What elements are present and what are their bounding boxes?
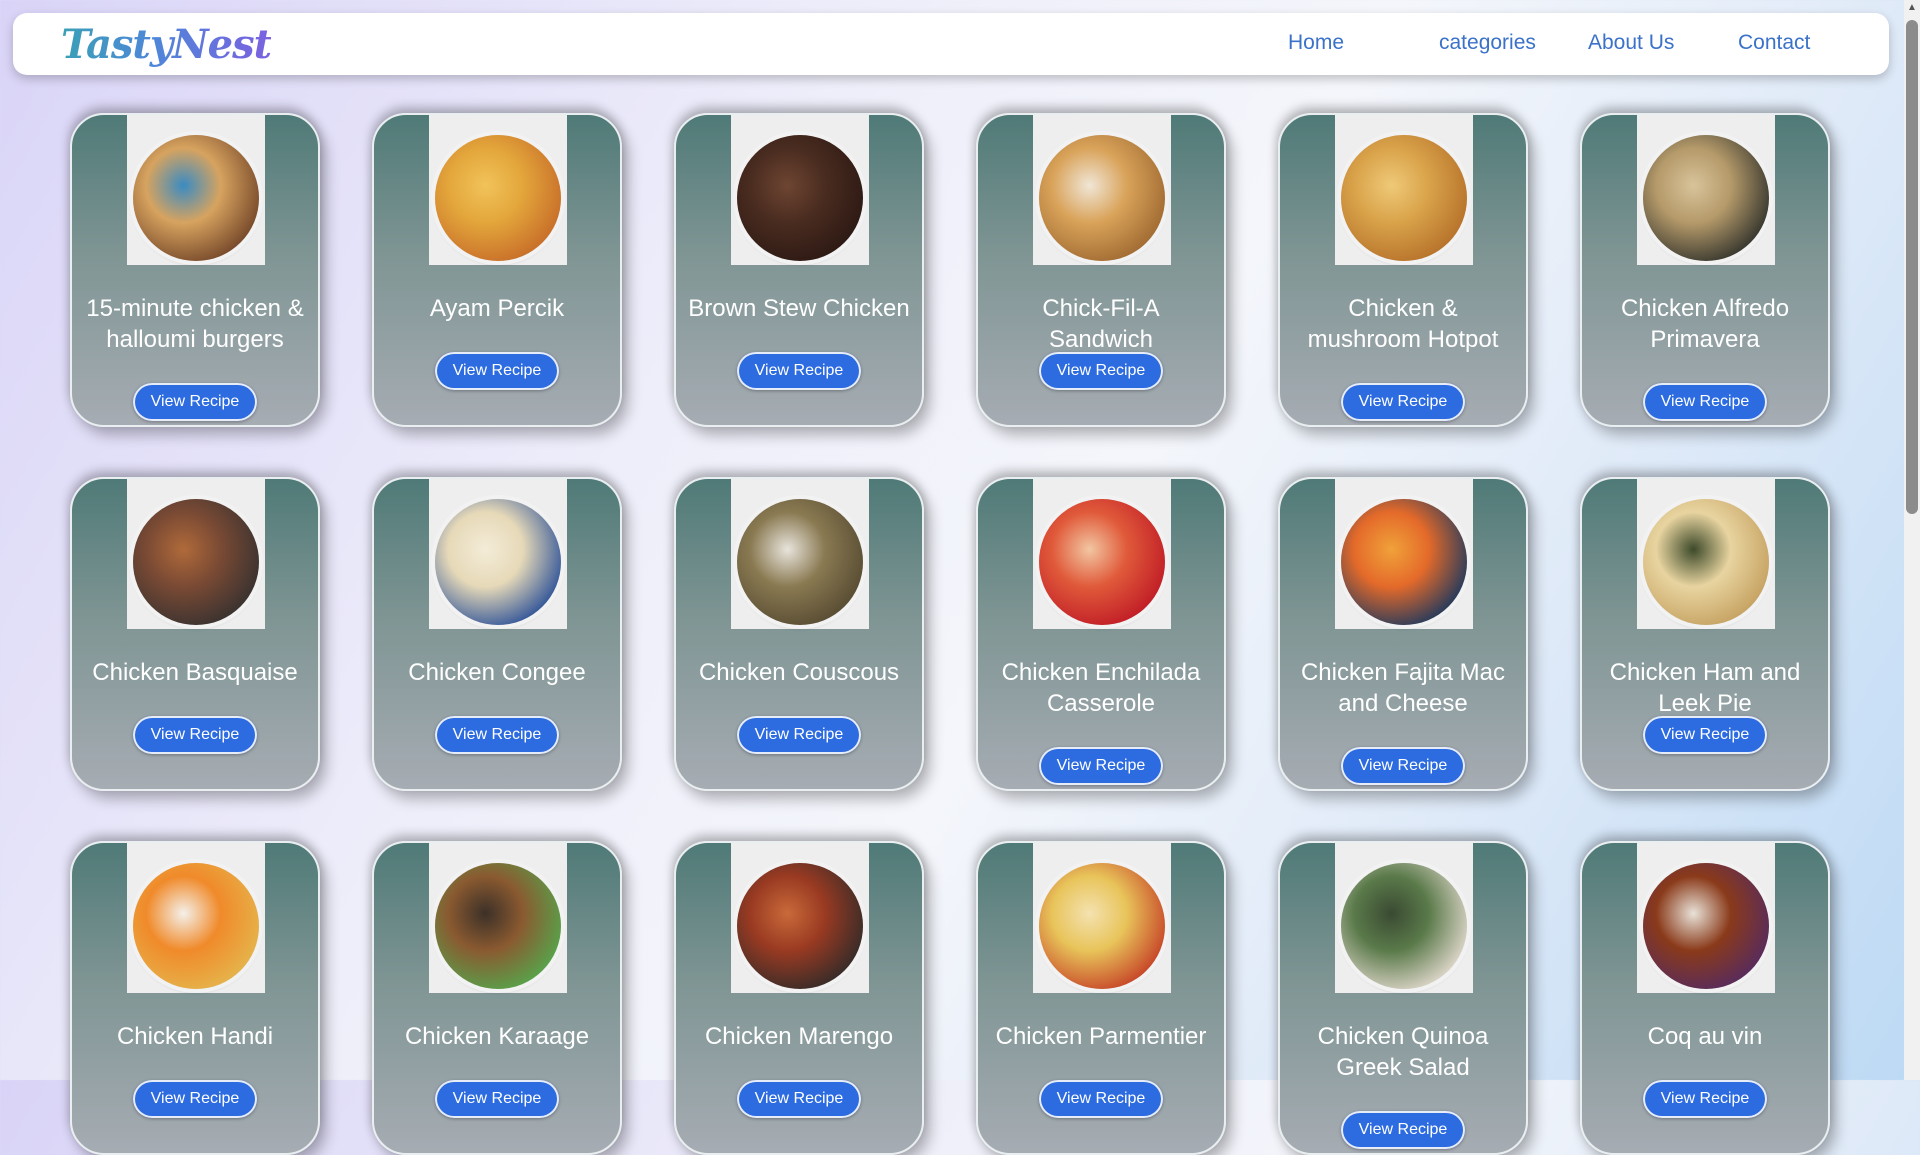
recipe-title: Chicken Congee [408, 659, 586, 686]
nav-home[interactable]: Home [1288, 31, 1344, 55]
recipe-title: Chicken Parmentier [995, 1023, 1207, 1050]
recipe-title: Brown Stew Chicken [688, 295, 910, 322]
recipe-card[interactable]: Chicken Enchilada Casserole View Recipe [976, 477, 1226, 791]
view-recipe-button[interactable]: View Recipe [435, 352, 559, 390]
recipe-title: Chicken Marengo [704, 1023, 894, 1050]
recipe-image [737, 499, 863, 625]
recipe-image [1643, 863, 1769, 989]
recipe-title: Chicken Fajita Mac and Cheese [1300, 659, 1506, 717]
recipe-image [1039, 499, 1165, 625]
recipe-image [435, 135, 561, 261]
recipe-image [1341, 863, 1467, 989]
view-recipe-button[interactable]: View Recipe [1341, 747, 1465, 785]
recipe-image [1643, 135, 1769, 261]
brand-logo[interactable]: TastyNest [61, 21, 272, 68]
view-recipe-button[interactable]: View Recipe [435, 1080, 559, 1118]
recipe-title: Chicken Karaage [404, 1023, 590, 1050]
recipe-title: Chicken Quinoa Greek Salad [1317, 1023, 1489, 1081]
recipe-title: Chicken Ham and Leek Pie [1609, 659, 1801, 717]
recipe-title: Ayam Percik [429, 295, 565, 322]
recipe-title: Chicken Couscous [698, 659, 900, 686]
recipe-image [133, 863, 259, 989]
recipe-card[interactable]: Chicken Karaage View Recipe [372, 841, 622, 1155]
scroll-up-arrow-icon[interactable]: ▲ [1906, 2, 1918, 14]
view-recipe-button[interactable]: View Recipe [737, 1080, 861, 1118]
recipe-card[interactable]: Coq au vin View Recipe [1580, 841, 1830, 1155]
view-recipe-button[interactable]: View Recipe [435, 716, 559, 754]
recipe-image [737, 863, 863, 989]
view-recipe-button[interactable]: View Recipe [1643, 1080, 1767, 1118]
recipe-card[interactable]: Chicken Basquaise View Recipe [70, 477, 320, 791]
view-recipe-button[interactable]: View Recipe [1341, 383, 1465, 421]
recipe-card[interactable]: Chicken Quinoa Greek Salad View Recipe [1278, 841, 1528, 1155]
view-recipe-button[interactable]: View Recipe [1039, 747, 1163, 785]
recipe-card[interactable]: Chicken Alfredo Primavera View Recipe [1580, 113, 1830, 427]
recipe-image [1039, 863, 1165, 989]
recipe-card[interactable]: Chicken Fajita Mac and Cheese View Recipe [1278, 477, 1528, 791]
recipe-title: Chicken Basquaise [92, 659, 298, 686]
recipe-title: Chicken & mushroom Hotpot [1307, 295, 1499, 353]
recipe-image [435, 499, 561, 625]
view-recipe-button[interactable]: View Recipe [1643, 383, 1767, 421]
recipe-image [133, 135, 259, 261]
recipe-card[interactable]: Chicken & mushroom Hotpot View Recipe [1278, 113, 1528, 427]
recipe-card[interactable]: Chicken Handi View Recipe [70, 841, 320, 1155]
view-recipe-button[interactable]: View Recipe [1039, 352, 1163, 390]
view-recipe-button[interactable]: View Recipe [737, 716, 861, 754]
scrollbar[interactable]: ▲ [1904, 0, 1920, 1080]
recipe-title: Chicken Alfredo Primavera [1620, 295, 1790, 353]
recipe-image [435, 863, 561, 989]
view-recipe-button[interactable]: View Recipe [133, 716, 257, 754]
scrollbar-thumb[interactable] [1906, 20, 1918, 514]
view-recipe-button[interactable]: View Recipe [1643, 716, 1767, 754]
recipe-image [133, 499, 259, 625]
recipe-title: 15-minute chicken & halloumi burgers [86, 295, 304, 353]
recipe-title: Chicken Enchilada Casserole [1001, 659, 1201, 717]
recipe-image [1341, 135, 1467, 261]
recipe-title: Chick-Fil-A Sandwich [1042, 295, 1160, 353]
navbar: TastyNest Home categories About Us Conta… [13, 13, 1889, 75]
nav-categories[interactable]: categories [1439, 31, 1536, 55]
recipe-image [1643, 499, 1769, 625]
recipe-image [1341, 499, 1467, 625]
nav-contact[interactable]: Contact [1738, 31, 1810, 55]
nav-about-us[interactable]: About Us [1588, 31, 1674, 55]
view-recipe-button[interactable]: View Recipe [133, 1080, 257, 1118]
recipe-card[interactable]: 15-minute chicken & halloumi burgers View… [70, 113, 320, 427]
recipe-image [737, 135, 863, 261]
recipe-card[interactable]: Ayam Percik View Recipe [372, 113, 622, 427]
recipe-title: Chicken Handi [116, 1023, 274, 1050]
recipe-card[interactable]: Chicken Ham and Leek Pie View Recipe [1580, 477, 1830, 791]
recipe-card[interactable]: Brown Stew Chicken View Recipe [674, 113, 924, 427]
recipe-card[interactable]: Chicken Marengo View Recipe [674, 841, 924, 1155]
view-recipe-button[interactable]: View Recipe [737, 352, 861, 390]
recipe-card[interactable]: Chicken Congee View Recipe [372, 477, 622, 791]
view-recipe-button[interactable]: View Recipe [1341, 1111, 1465, 1149]
recipe-card[interactable]: Chicken Couscous View Recipe [674, 477, 924, 791]
recipe-card[interactable]: Chicken Parmentier View Recipe [976, 841, 1226, 1155]
recipe-title: Coq au vin [1647, 1023, 1763, 1050]
view-recipe-button[interactable]: View Recipe [133, 383, 257, 421]
recipe-card[interactable]: Chick-Fil-A Sandwich View Recipe [976, 113, 1226, 427]
recipe-image [1039, 135, 1165, 261]
view-recipe-button[interactable]: View Recipe [1039, 1080, 1163, 1118]
